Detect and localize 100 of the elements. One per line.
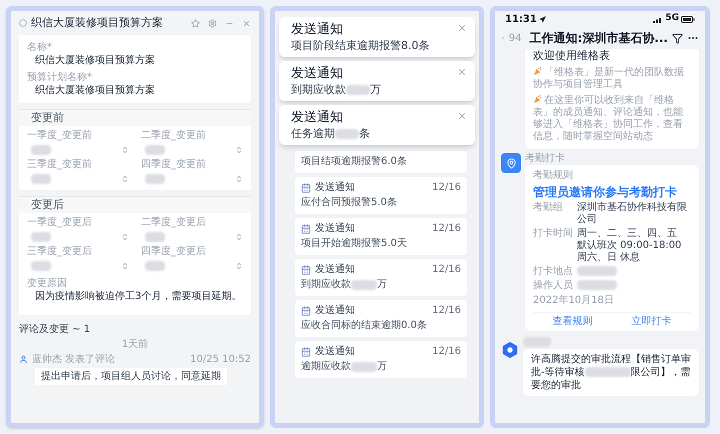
notification-card[interactable]: 发送通知 12/16 应收合同标的结束逾期0.0条 — [295, 300, 467, 337]
comment-author: 蓝帅杰 发表了评论 — [32, 353, 116, 366]
row-label: 打卡地点 — [533, 266, 573, 278]
chat-title: 工作通知:深圳市基石协... — [530, 30, 668, 47]
stepper-icon[interactable] — [121, 262, 129, 270]
redacted-block — [335, 128, 359, 138]
unread-count: 94 — [508, 32, 522, 46]
card-text: 项目结项逾期报警6.0条 — [301, 155, 407, 169]
toast-text: 项目阶段结束逾期报警8.0条 — [291, 38, 430, 53]
field-label: 四季度_变更后 — [141, 246, 207, 258]
card-action-button[interactable]: 立即打卡 — [612, 313, 691, 331]
close-icon[interactable] — [457, 111, 467, 121]
card-text: 到期应收款 — [301, 278, 351, 292]
card-date: 12/16 — [432, 263, 461, 276]
calendar-icon — [301, 346, 311, 356]
redacted-block — [145, 174, 165, 184]
redacted-block — [145, 260, 165, 270]
signal-icon — [653, 16, 664, 22]
row-label: 打卡时间 — [533, 228, 573, 241]
section-title: 变更前 — [30, 110, 65, 126]
redacted-block — [31, 232, 51, 242]
app-avatar-icon — [501, 341, 519, 359]
close-icon[interactable] — [242, 18, 251, 28]
field-label: 一季度_变更后 — [27, 217, 93, 229]
field-label: 预算计划名称* — [27, 71, 93, 84]
stepper-icon[interactable] — [235, 146, 243, 154]
card-date: 12/16 — [432, 181, 461, 194]
calendar-icon — [301, 224, 311, 234]
sender-name: 考勤打卡 — [525, 153, 566, 165]
redacted-block — [351, 280, 377, 290]
card-text: 应收合同标的结束逾期0.0条 — [301, 319, 427, 333]
toast-unit: 条 — [359, 126, 370, 141]
card-heading: 考勤规则 — [533, 169, 574, 182]
comment-text: 提出申请后，项目组人员讨论，同意延期 — [35, 368, 227, 385]
row-value: 周六、日 休息 — [577, 252, 642, 264]
close-icon[interactable] — [457, 23, 467, 33]
card-title: 发送通知 — [315, 263, 355, 276]
notification-card[interactable]: 发送通知 12/16 应付合同预报警5.0条 — [295, 177, 467, 214]
redacted-block — [584, 367, 631, 378]
stepper-icon[interactable] — [121, 174, 129, 182]
filter-icon[interactable] — [672, 32, 683, 44]
toast-title: 发送通知 — [291, 21, 343, 38]
stepper-icon[interactable] — [235, 232, 243, 240]
toast-text: 任务逾期 — [291, 126, 335, 141]
settings-icon[interactable] — [208, 18, 217, 28]
location-pin-icon — [506, 158, 516, 168]
notification-card[interactable]: 发送通知 12/16 项目开始逾期报警5.0天 — [295, 218, 467, 255]
card-date: 12/16 — [432, 222, 461, 235]
notification-card[interactable]: 发送通知 12/16 到期应收款 万 — [295, 259, 467, 296]
redacted-block — [145, 232, 165, 242]
battery-icon — [681, 16, 695, 22]
document-icon — [19, 19, 27, 27]
card-title: 发送通知 — [315, 304, 355, 317]
section-title: 变更后 — [30, 197, 65, 213]
row-label: 考勤组 — [533, 202, 564, 215]
party-icon — [533, 67, 542, 76]
card-unit: 万 — [377, 278, 387, 292]
toast-title: 发送通知 — [291, 65, 343, 82]
card-text: 应付合同预报警5.0条 — [301, 196, 397, 210]
card-date: 12/16 — [432, 345, 461, 358]
comments-heading[interactable]: 评论及变更 ~ 1 — [19, 323, 251, 336]
redacted-block — [145, 144, 165, 154]
card-title: 发送通知 — [315, 222, 355, 235]
field-value: 织信大厦装修项目预算方案 — [34, 84, 156, 97]
field-value: 织信大厦装修项目预算方案 — [34, 54, 156, 67]
row-value: 周一、二、三、四、五 — [577, 228, 678, 240]
stepper-icon[interactable] — [121, 232, 129, 240]
window-title: 织信大厦装修项目预算方案 — [31, 14, 163, 31]
network-label: 5G — [665, 12, 679, 26]
field-label: 二季度_变更前 — [141, 130, 207, 142]
redacted-block — [346, 84, 370, 94]
card-title: 发送通知 — [315, 181, 355, 194]
star-icon[interactable] — [191, 18, 200, 28]
stepper-icon[interactable] — [235, 174, 243, 182]
card-action-button[interactable]: 查看规则 — [533, 313, 612, 331]
field-value: 因为疫情影响被迫停工3个月，需要项目延期。 — [34, 290, 242, 303]
comment-time: 10/25 10:52 — [190, 353, 251, 366]
avatar-icon — [19, 355, 28, 364]
status-time: 11:31 — [505, 12, 537, 26]
notification-card[interactable]: 项目结项逾期报警6.0条 — [295, 151, 467, 173]
field-label: 三季度_变更前 — [27, 159, 93, 171]
location-arrow-icon — [538, 16, 546, 22]
field-label: 四季度_变更前 — [141, 159, 207, 171]
toast-text: 到期应收款 — [291, 82, 346, 97]
stepper-icon[interactable] — [235, 262, 243, 270]
redacted-block — [351, 362, 377, 372]
stepper-icon[interactable] — [121, 146, 129, 154]
toast-unit: 万 — [370, 82, 381, 97]
card-date: 2022年10月18日 — [533, 294, 615, 308]
card-headline: 管理员邀请你参与考勤打卡 — [533, 184, 678, 200]
close-icon[interactable] — [457, 67, 467, 77]
redacted-block — [31, 260, 51, 270]
notification-card[interactable]: 发送通知 12/16 逾期应收款 万 — [295, 341, 467, 378]
message-title: 欢迎使用维格表 — [533, 49, 611, 63]
field-label: 变更原因 — [27, 277, 68, 290]
card-text: 项目开始逾期报警5.0天 — [301, 237, 407, 251]
party-icon — [533, 95, 542, 104]
toast-title: 发送通知 — [291, 109, 343, 126]
card-unit: 万 — [377, 360, 387, 374]
time-divider: 1天前 — [122, 338, 148, 351]
